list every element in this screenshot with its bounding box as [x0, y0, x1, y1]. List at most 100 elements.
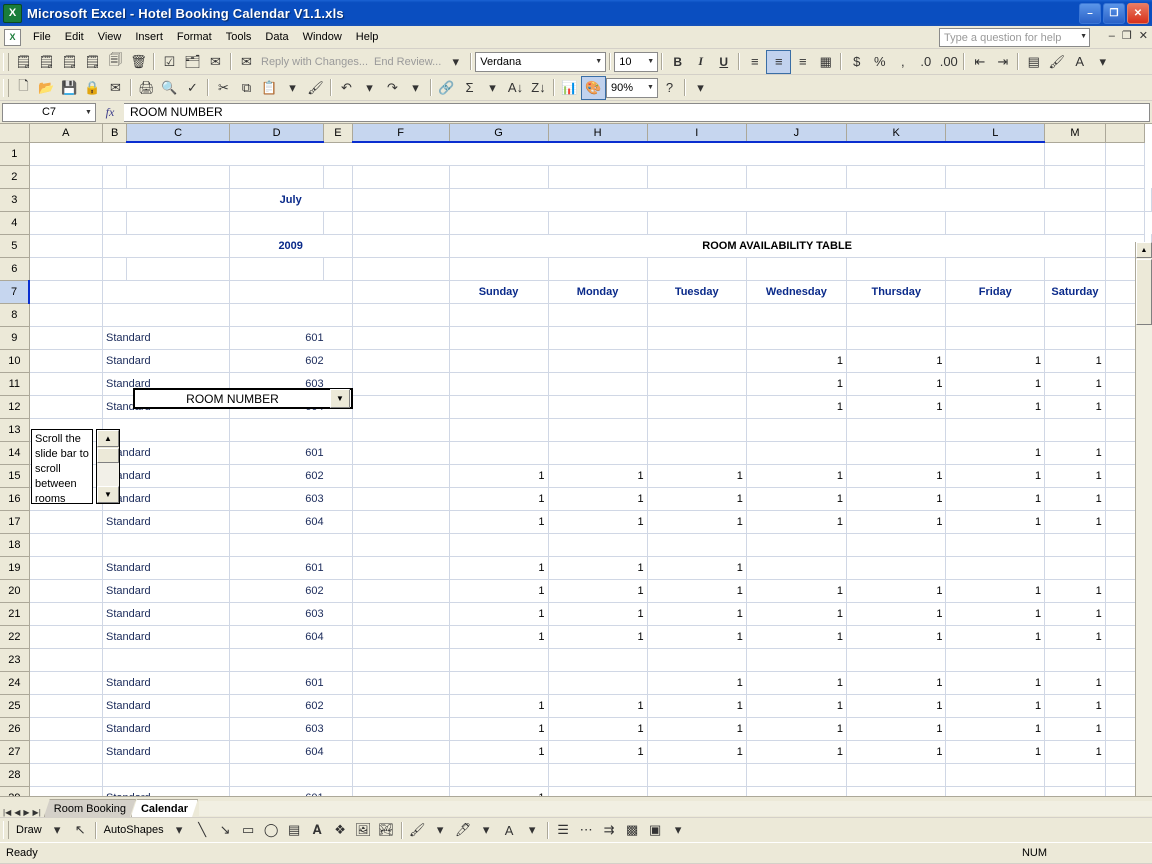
room-left-3-2[interactable]	[29, 717, 104, 741]
format-painter-icon[interactable]: 🖌	[304, 77, 327, 99]
rectangle-icon[interactable]: ▭	[237, 819, 260, 841]
font-color-draw-chevron-icon[interactable]: ▾	[521, 819, 544, 841]
r3-a[interactable]	[29, 188, 104, 212]
display-combobox-chevron-down-icon[interactable]: ▼	[330, 389, 350, 408]
select-objects-cursor-icon[interactable]: ↖	[69, 819, 92, 841]
room-gap-0-0[interactable]	[352, 326, 450, 350]
arrow-style-icon[interactable]: ⇉	[598, 819, 621, 841]
toolbar-overflow-icon[interactable]: ▾	[444, 51, 467, 73]
day-number-24[interactable]: 24	[945, 648, 1046, 672]
room-number-label[interactable]: 601	[229, 671, 353, 695]
availability-cell-w1-r3-d1[interactable]	[449, 372, 549, 396]
row-header-7[interactable]: 7	[0, 280, 31, 304]
insert-hyperlink-icon[interactable]: 🔗	[435, 77, 458, 99]
availability-cell-w5-r1-d5[interactable]	[846, 786, 947, 796]
chart-wizard-icon[interactable]: 📊	[558, 77, 581, 99]
new-icon[interactable]: 🗋	[12, 77, 35, 99]
help-icon[interactable]: ?	[658, 77, 681, 99]
day-header-wednesday[interactable]: Wednesday	[746, 279, 847, 304]
day-number-3[interactable]: 3	[945, 303, 1046, 327]
room-gap-1-2[interactable]	[352, 487, 450, 511]
r4-3[interactable]	[229, 211, 325, 235]
availability-cell-w3-r4-d5[interactable]: 1	[846, 625, 947, 649]
availability-cell-w3-r4-d4[interactable]: 1	[746, 625, 847, 649]
r5-a[interactable]	[29, 234, 104, 258]
dash-style-icon[interactable]: ⋯	[575, 819, 598, 841]
room-gap-1-0[interactable]	[352, 441, 450, 465]
scrollbar-thumb[interactable]	[97, 448, 119, 463]
3d-style-icon[interactable]: ▣	[644, 819, 667, 841]
cell-m[interactable]	[1044, 142, 1106, 166]
track-changes-icon[interactable]: ☑	[158, 51, 181, 73]
availability-cell-w1-r1-d5[interactable]	[846, 326, 947, 350]
r2-5[interactable]	[352, 165, 450, 189]
maximize-button[interactable]: ❐	[1103, 3, 1125, 24]
availability-cell-w1-r3-d3[interactable]	[647, 372, 747, 396]
row-header-4[interactable]: 4	[0, 211, 30, 235]
cell-spacer[interactable]	[1144, 188, 1152, 212]
room-left-0-1[interactable]	[29, 349, 104, 373]
arrow-icon[interactable]: ↘	[214, 819, 237, 841]
availability-cell-w1-r3-d4[interactable]: 1	[746, 372, 847, 396]
day-number-blank-0-0[interactable]	[449, 303, 549, 327]
availability-cell-w1-r4-d7[interactable]: 1	[1044, 395, 1106, 419]
row-header-8[interactable]: 8	[0, 303, 30, 327]
increase-indent-icon[interactable]: ⇥	[991, 51, 1014, 73]
fill-color-chevron-icon[interactable]: ▾	[429, 819, 452, 841]
row-header-26[interactable]: 26	[0, 717, 30, 741]
comma-icon[interactable]: ,	[891, 51, 914, 73]
align-left-icon[interactable]: ≡	[743, 51, 766, 73]
reply-with-changes-label[interactable]: Reply with Changes...	[258, 56, 371, 68]
week-left-b-4[interactable]	[102, 763, 230, 787]
week-left-b-2[interactable]	[102, 533, 230, 557]
availability-cell-w3-r1-d7[interactable]	[1044, 556, 1106, 580]
row-header-5[interactable]: 5	[0, 234, 30, 258]
availability-cell-w3-r4-d7[interactable]: 1	[1044, 625, 1106, 649]
decrease-indent-icon[interactable]: ⇤	[968, 51, 991, 73]
availability-cell-w1-r3-d7[interactable]: 1	[1044, 372, 1106, 396]
availability-cell-w4-r4-d5[interactable]: 1	[846, 740, 947, 764]
availability-cell-w3-r2-d1[interactable]: 1	[449, 579, 549, 603]
availability-cell-w1-r2-d4[interactable]: 1	[746, 349, 847, 373]
availability-cell-w4-r2-d5[interactable]: 1	[846, 694, 947, 718]
autoshapes-chevron-down-icon[interactable]: ▾	[168, 819, 191, 841]
availability-cell-w4-r2-d7[interactable]: 1	[1044, 694, 1106, 718]
column-header-d[interactable]: D	[229, 124, 325, 143]
r2-8[interactable]	[647, 165, 747, 189]
week-left-b-0[interactable]	[102, 303, 230, 327]
availability-cell-w3-r4-d1[interactable]: 1	[449, 625, 549, 649]
oval-icon[interactable]: ◯	[260, 819, 283, 841]
decrease-decimal-icon[interactable]: .00	[937, 51, 960, 73]
week-left-a-3[interactable]	[29, 648, 104, 672]
draw-overflow-icon[interactable]: ▾	[667, 819, 690, 841]
line-style-icon[interactable]: ☰	[552, 819, 575, 841]
room-number-label[interactable]: 601	[229, 441, 353, 465]
day-header-monday[interactable]: Monday	[548, 279, 648, 304]
availability-cell-w2-r2-d4[interactable]: 1	[746, 464, 847, 488]
room-type-label[interactable]: Standard	[102, 464, 230, 488]
day-number-26[interactable]: 26	[449, 763, 549, 787]
availability-cell-w4-r1-d6[interactable]: 1	[945, 671, 1046, 695]
room-number-label[interactable]: 602	[229, 464, 353, 488]
font-name-chevron-down-icon[interactable]: ▼	[594, 58, 603, 67]
availability-cell-w2-r4-d6[interactable]: 1	[945, 510, 1046, 534]
day-number-7[interactable]: 7	[647, 418, 747, 442]
availability-cell-w2-r4-d3[interactable]: 1	[647, 510, 747, 534]
previous-comment-icon[interactable]: 🗒	[35, 51, 58, 73]
room-number-label[interactable]: 601	[229, 556, 353, 580]
prev-sheet-icon[interactable]: ◀	[14, 808, 20, 817]
week-left-cd-0[interactable]	[229, 303, 353, 327]
day-number-16[interactable]: 16	[846, 533, 947, 557]
availability-cell-w1-r3-d6[interactable]: 1	[945, 372, 1046, 396]
r6-8[interactable]	[647, 257, 747, 281]
mail-recipient-icon[interactable]: ✉	[204, 51, 227, 73]
room-type-label[interactable]: Standard	[102, 349, 230, 373]
draw-menu-button[interactable]: Draw	[12, 824, 46, 836]
week-left-cd-4[interactable]	[229, 763, 353, 787]
row-header-14[interactable]: 14	[0, 441, 30, 465]
save-icon[interactable]: 💾	[58, 77, 81, 99]
display-combobox[interactable]: ROOM NUMBER ▼	[133, 388, 353, 409]
font-name-input[interactable]: Verdana ▼	[475, 51, 607, 72]
day-number-blank-0-2[interactable]	[647, 303, 747, 327]
column-header-f[interactable]: F	[352, 124, 450, 143]
